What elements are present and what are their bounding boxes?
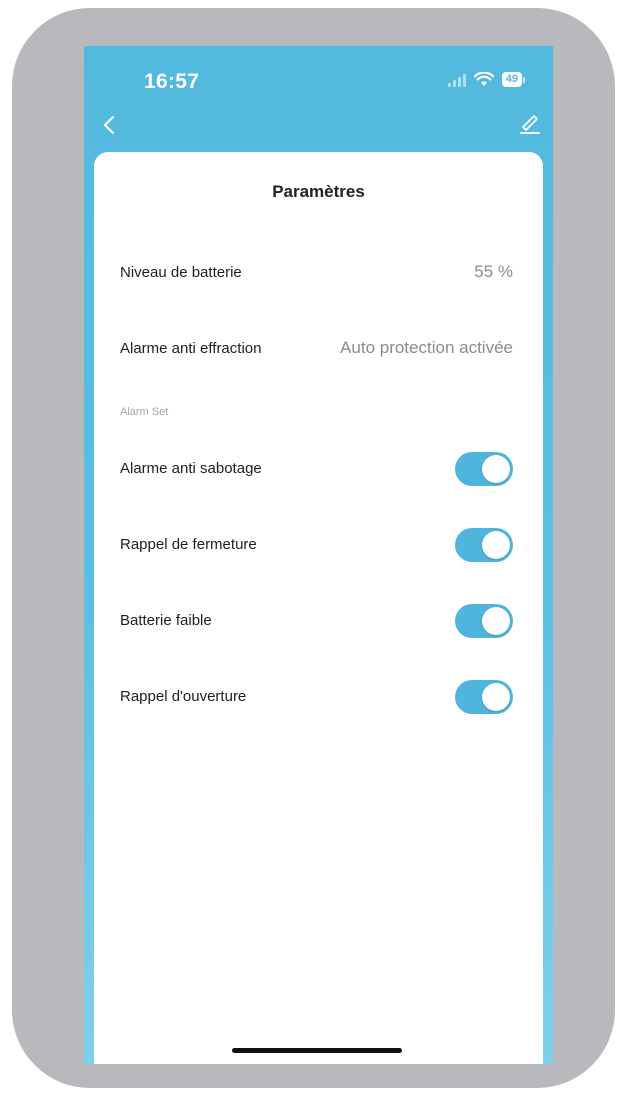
battery-level: 49 bbox=[501, 72, 522, 87]
status-icons: 49 bbox=[447, 72, 525, 87]
anti-sabotage-label: Alarme anti sabotage bbox=[120, 460, 262, 477]
toggle-row-low-battery: Batterie faible bbox=[94, 600, 543, 640]
wifi-icon bbox=[473, 72, 494, 86]
closing-reminder-label: Rappel de fermeture bbox=[120, 536, 257, 553]
alarm-set-header: Alarm Set bbox=[120, 406, 169, 418]
anti-intrusion-label: Alarme anti effraction bbox=[120, 340, 262, 357]
low-battery-toggle[interactable] bbox=[455, 604, 513, 638]
toggle-row-opening-reminder: Rappel d'ouverture bbox=[94, 676, 543, 716]
toggle-knob bbox=[482, 607, 510, 635]
settings-card: Paramètres Niveau de batterie 55 % Alarm… bbox=[94, 152, 543, 1064]
low-battery-label: Batterie faible bbox=[120, 612, 212, 629]
toggle-row-closing-reminder: Rappel de fermeture bbox=[94, 524, 543, 564]
phone-screen: 16:57 49 Paramètres Niveau de batterie 5… bbox=[84, 46, 553, 1064]
page-title: Paramètres bbox=[272, 182, 365, 201]
battery-level-row: Niveau de batterie 55 % bbox=[94, 252, 543, 292]
closing-reminder-toggle[interactable] bbox=[455, 528, 513, 562]
battery-level-label: Niveau de batterie bbox=[120, 264, 242, 281]
anti-sabotage-toggle[interactable] bbox=[455, 452, 513, 486]
toggle-knob bbox=[482, 531, 510, 559]
status-time: 16:57 bbox=[144, 70, 200, 93]
pencil-icon[interactable] bbox=[519, 112, 541, 134]
opening-reminder-label: Rappel d'ouverture bbox=[120, 688, 247, 705]
battery-icon: 49 bbox=[501, 72, 525, 87]
chevron-left-icon[interactable] bbox=[100, 114, 120, 136]
opening-reminder-toggle[interactable] bbox=[455, 680, 513, 714]
toggle-knob bbox=[482, 683, 510, 711]
home-indicator[interactable] bbox=[232, 1048, 402, 1053]
anti-intrusion-value: Auto protection activée bbox=[340, 338, 513, 357]
battery-level-value: 55 % bbox=[474, 262, 513, 281]
signal-icon bbox=[447, 73, 466, 87]
toggle-knob bbox=[482, 455, 510, 483]
toggle-row-anti-sabotage: Alarme anti sabotage bbox=[94, 448, 543, 488]
anti-intrusion-row[interactable]: Alarme anti effraction Auto protection a… bbox=[94, 328, 543, 368]
